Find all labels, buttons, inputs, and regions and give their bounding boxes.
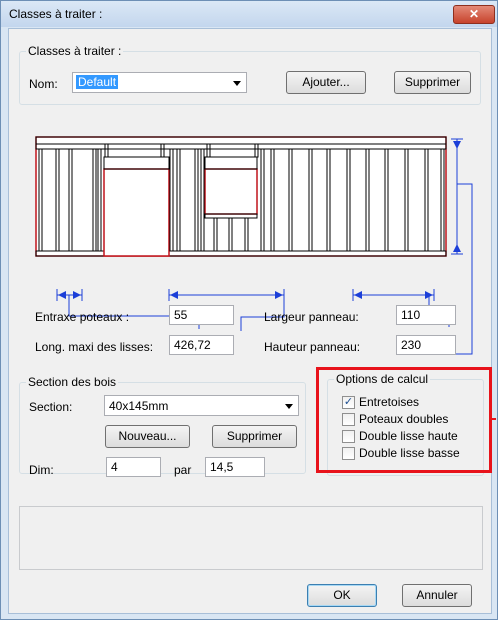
- delete-section-button[interactable]: Supprimer: [212, 425, 297, 448]
- status-box: [19, 506, 483, 570]
- dim-label: Dim:: [29, 463, 54, 477]
- cancel-button[interactable]: Annuler: [402, 584, 472, 607]
- dialog-client: Classes à traiter : Nom: Default Ajouter…: [8, 28, 496, 614]
- options-highlight-box: [316, 367, 492, 473]
- largeur-field[interactable]: 110: [396, 305, 456, 325]
- hauteur-leader: [456, 183, 473, 355]
- par-label: par: [174, 463, 192, 477]
- entraxe-field[interactable]: 55: [169, 305, 234, 325]
- nom-select[interactable]: Default: [72, 72, 247, 93]
- dim-field-2[interactable]: 14,5: [205, 457, 265, 477]
- classes-group-title: Classes à traiter :: [26, 44, 124, 58]
- highlight-arrow-tick: [492, 418, 496, 420]
- hauteur-label: Hauteur panneau:: [264, 340, 361, 354]
- arrow-up-icon: [453, 141, 461, 149]
- chevron-down-icon: [285, 404, 293, 409]
- section-group-title: Section des bois: [26, 375, 119, 389]
- door-opening: [103, 168, 170, 257]
- title-bar: Classes à traiter : ✕: [1, 1, 497, 27]
- section-label: Section:: [29, 400, 73, 414]
- arrow-left-icon: [170, 291, 178, 299]
- close-button[interactable]: ✕: [453, 5, 495, 24]
- entraxe-label: Entraxe poteaux :: [35, 310, 130, 324]
- section-select[interactable]: 40x145mm: [104, 395, 299, 416]
- arrow-left-icon: [354, 291, 362, 299]
- add-class-button[interactable]: Ajouter...: [286, 71, 366, 94]
- dialog-window: Classes à traiter : ✕ Classes à traiter …: [0, 0, 498, 620]
- largeur-label: Largeur panneau:: [264, 310, 359, 324]
- nom-label: Nom:: [29, 77, 58, 91]
- delete-class-button[interactable]: Supprimer: [394, 71, 471, 94]
- long-lisses-field[interactable]: 426,72: [169, 335, 234, 355]
- chevron-down-icon: [233, 81, 241, 86]
- hauteur-field[interactable]: 230: [396, 335, 456, 355]
- nom-value: Default: [76, 75, 119, 89]
- window-title: Classes à traiter :: [9, 7, 103, 21]
- section-value: 40x145mm: [109, 399, 169, 413]
- window-opening: [204, 168, 258, 215]
- new-section-button[interactable]: Nouveau...: [105, 425, 190, 448]
- arrow-right-icon: [73, 291, 81, 299]
- arrow-left-icon: [58, 291, 66, 299]
- close-icon: ✕: [468, 7, 480, 21]
- ok-button[interactable]: OK: [307, 584, 377, 607]
- arrow-down-icon: [453, 244, 461, 252]
- long-lisses-label: Long. maxi des lisses:: [35, 340, 154, 354]
- arrow-right-icon: [275, 291, 283, 299]
- dim-field-1[interactable]: 4: [106, 457, 161, 477]
